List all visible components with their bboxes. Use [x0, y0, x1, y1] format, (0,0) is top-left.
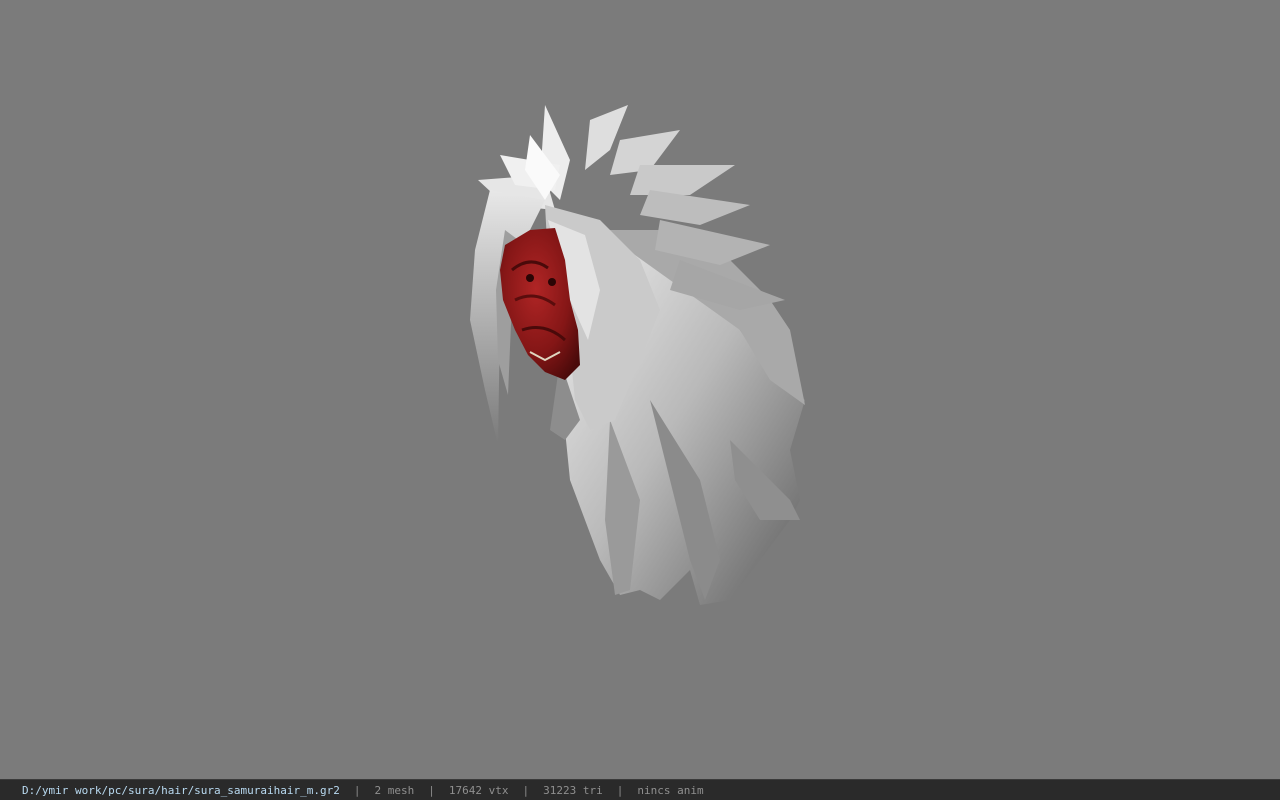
vertex-count: 17642 vtx [448, 783, 509, 797]
status-separator: | [522, 783, 530, 797]
file-path: D:/ymir work/pc/sura/hair/sura_samuraiha… [22, 783, 340, 797]
triangle-count: 31223 tri [543, 783, 603, 797]
status-separator: | [428, 783, 435, 797]
mesh-count: 2 mesh [374, 783, 415, 797]
animation-status: nincs anim [637, 783, 704, 797]
status-separator: | [616, 783, 624, 797]
3d-viewport[interactable] [0, 0, 1280, 779]
status-separator: | [353, 783, 361, 797]
status-bar: D:/ymir work/pc/sura/hair/sura_samuraiha… [0, 779, 1280, 800]
hair-model-render[interactable] [0, 0, 1280, 779]
